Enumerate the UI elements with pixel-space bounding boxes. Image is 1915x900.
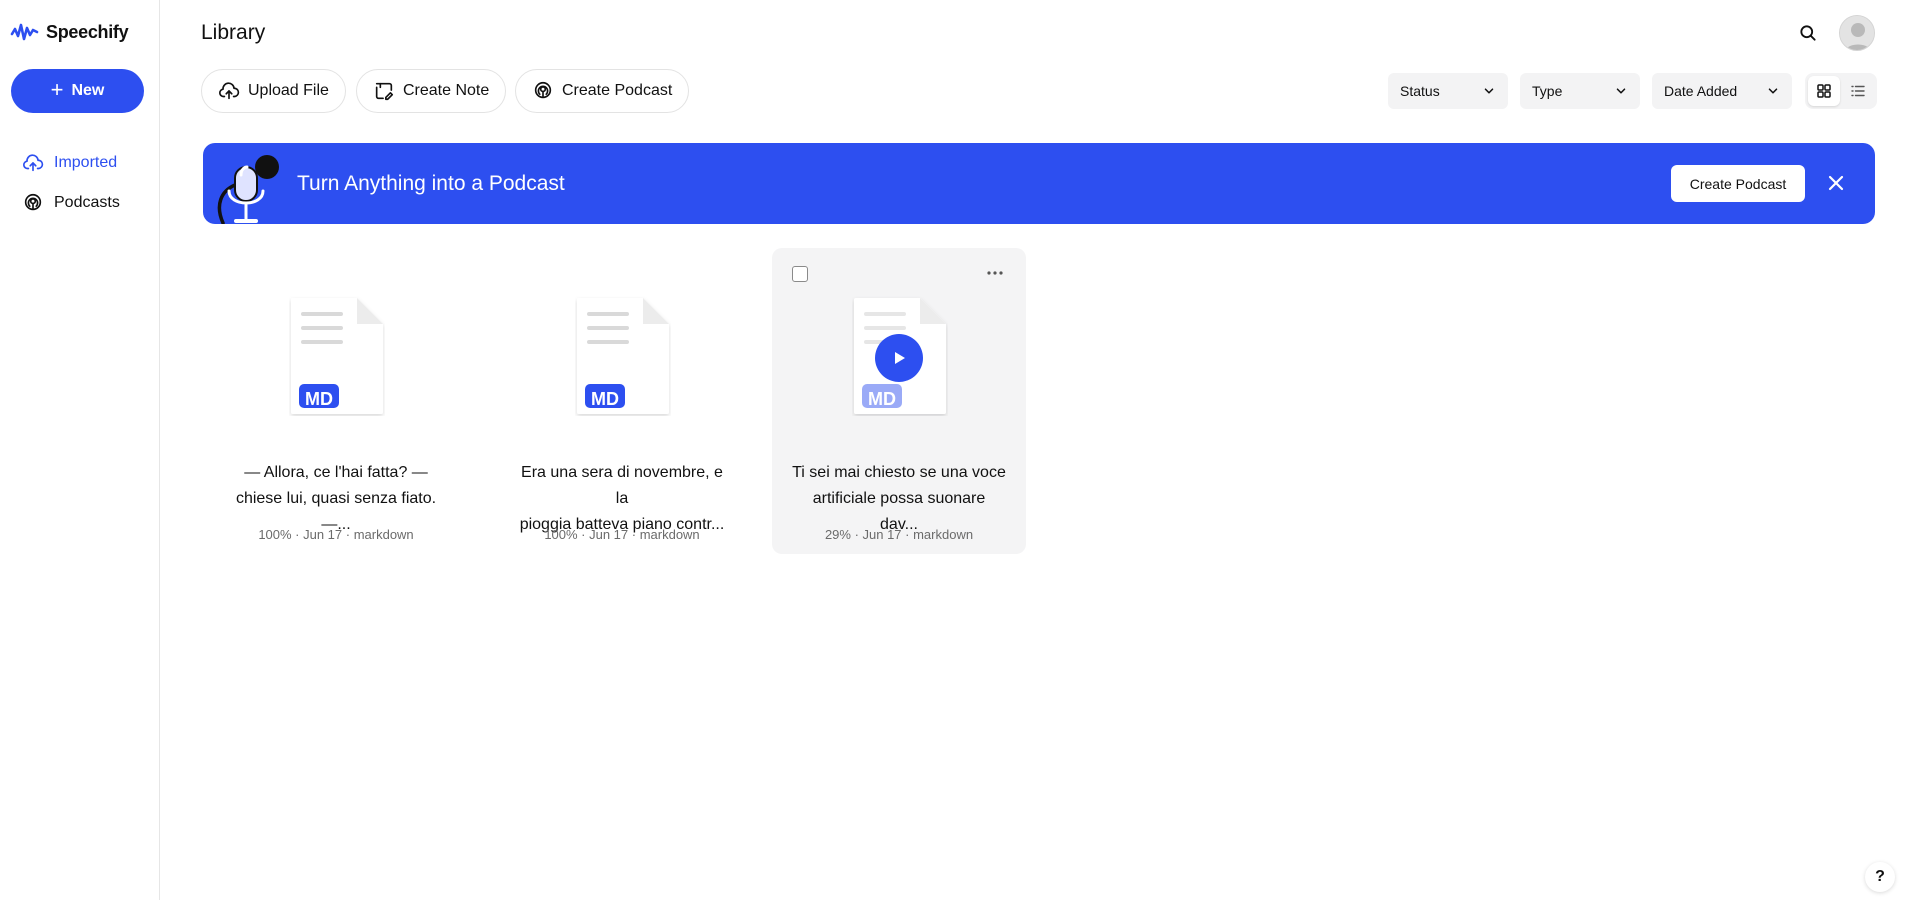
file-type-badge: MD	[591, 388, 619, 409]
sidebar-nav: Imported Podcasts	[0, 143, 160, 223]
document-card[interactable]: MD Era una sera di novembre, e la pioggi…	[495, 248, 749, 554]
help-button[interactable]: ?	[1865, 862, 1895, 892]
date-added-filter-label: Date Added	[1664, 83, 1738, 99]
close-icon	[1828, 175, 1844, 191]
create-podcast-button[interactable]: Create Podcast	[515, 69, 690, 113]
page-title: Library	[201, 21, 266, 44]
create-note-label: Create Note	[403, 82, 490, 99]
podcast-icon	[24, 193, 42, 211]
banner-create-podcast-button[interactable]: Create Podcast	[1671, 165, 1805, 202]
document-card[interactable]: MD Ti sei mai chiesto se una voce artifi…	[772, 248, 1026, 554]
create-podcast-label: Create Podcast	[562, 82, 673, 99]
upload-cloud-icon	[219, 82, 240, 100]
new-button[interactable]: + New	[11, 69, 144, 113]
note-edit-icon	[375, 82, 394, 101]
logo[interactable]: Speechify	[10, 20, 129, 44]
avatar[interactable]	[1839, 15, 1875, 51]
logo-text: Speechify	[46, 21, 129, 42]
date-added-filter[interactable]: Date Added	[1652, 73, 1792, 109]
banner-close-button[interactable]	[1822, 169, 1850, 197]
view-toggle	[1805, 73, 1877, 109]
sidebar-item-podcasts[interactable]: Podcasts	[0, 183, 160, 223]
file-type-badge: MD	[305, 388, 333, 409]
upload-cloud-icon	[23, 154, 44, 172]
upload-file-button[interactable]: Upload File	[201, 69, 346, 113]
document-meta: 100% · Jun 17 · markdown	[258, 527, 414, 542]
microphone-illustration-icon	[217, 155, 279, 224]
speechify-logo-icon	[10, 23, 39, 41]
sidebar-item-imported[interactable]: Imported	[0, 143, 160, 183]
type-filter-label: Type	[1532, 83, 1563, 99]
sidebar: Speechify + New Imported Podcasts	[0, 0, 160, 900]
list-icon	[1851, 85, 1865, 97]
plus-icon: +	[50, 77, 64, 102]
status-filter[interactable]: Status	[1388, 73, 1508, 109]
banner-text: Turn Anything into a Podcast	[297, 172, 565, 195]
podcast-icon	[534, 81, 552, 99]
create-note-button[interactable]: Create Note	[356, 69, 507, 113]
new-button-label: New	[71, 82, 105, 99]
type-filter[interactable]: Type	[1520, 73, 1640, 109]
play-icon	[895, 352, 905, 364]
document-meta: 100% · Jun 17 · markdown	[544, 527, 700, 542]
search-button[interactable]	[1795, 20, 1821, 46]
chevron-down-icon	[1484, 88, 1494, 94]
user-avatar-icon	[1840, 16, 1874, 50]
sidebar-item-label: Imported	[54, 154, 118, 171]
search-icon	[1800, 25, 1816, 41]
file-type-badge: MD	[868, 388, 896, 409]
chevron-down-icon	[1768, 88, 1778, 94]
grid-icon	[1817, 84, 1831, 98]
grid-view-button[interactable]	[1808, 76, 1840, 106]
podcast-promo-banner: Turn Anything into a Podcast Create Podc…	[203, 143, 1875, 224]
select-checkbox[interactable]	[792, 266, 808, 282]
list-view-button[interactable]	[1843, 76, 1875, 106]
more-options-button[interactable]	[982, 262, 1008, 284]
upload-file-label: Upload File	[248, 82, 329, 99]
play-button[interactable]	[875, 334, 923, 382]
chevron-down-icon	[1616, 88, 1626, 94]
sidebar-item-label: Podcasts	[54, 194, 120, 211]
status-filter-label: Status	[1400, 83, 1440, 99]
document-card[interactable]: MD — Allora, ce l'hai fatta? — chiese lu…	[209, 248, 463, 554]
more-horizontal-icon	[987, 271, 1003, 275]
document-meta: 29% · Jun 17 · markdown	[824, 527, 974, 542]
